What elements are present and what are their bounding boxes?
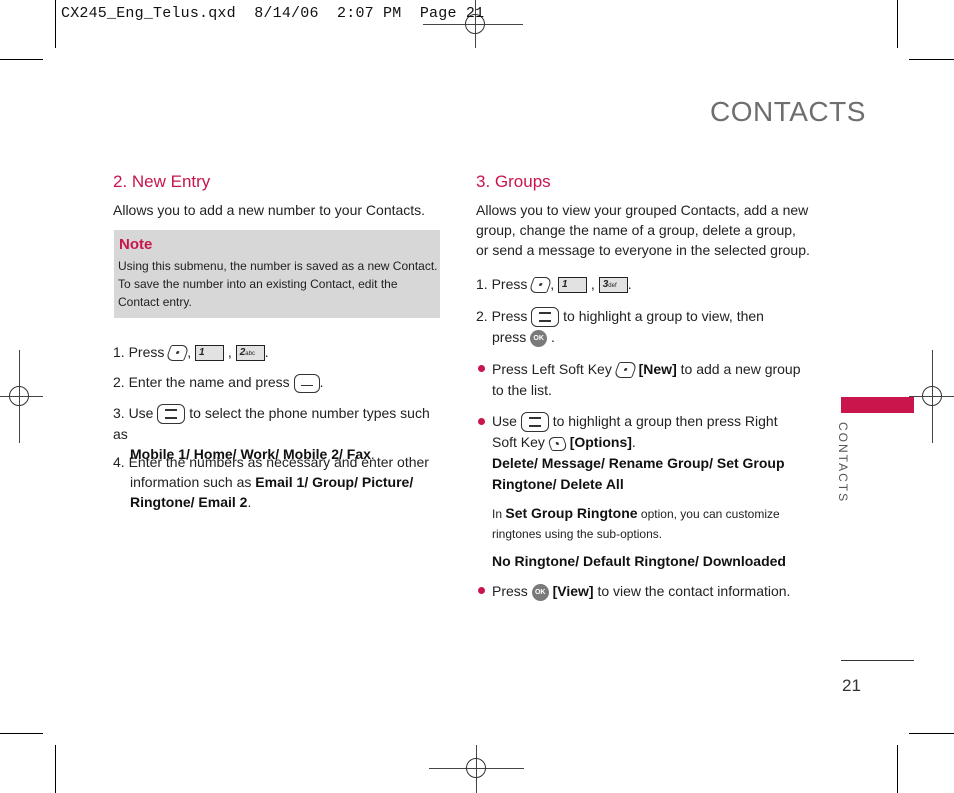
navigation-key-icon	[520, 412, 549, 433]
chapter-title: CONTACTS	[710, 96, 866, 127]
crop-mark	[55, 745, 56, 793]
side-tab-bar	[841, 397, 914, 413]
note-box: Note Using this submenu, the number is s…	[114, 230, 440, 318]
page-number: 21	[842, 676, 861, 695]
groups-bullet-options: Use to highlight a group then press Righ…	[492, 412, 785, 493]
note-title: Note	[119, 236, 153, 253]
new-entry-step-4: 4. Enter the numbers as necessary and en…	[113, 454, 429, 510]
crop-mark	[55, 0, 56, 48]
new-entry-heading: 2. New Entry	[113, 172, 211, 191]
bullet-icon	[478, 418, 485, 425]
2-abc-key-icon: 2abc	[235, 345, 265, 362]
crop-mark	[0, 733, 43, 734]
groups-heading: 3. Groups	[476, 172, 551, 191]
print-slug: CX245_Eng_Telus.qxd 8/14/06 2:07 PM Page…	[61, 5, 485, 22]
crop-mark	[897, 0, 898, 48]
bullet-icon	[478, 365, 485, 372]
side-tab-label: CONTACTS	[836, 422, 850, 504]
left-soft-key-icon	[528, 277, 554, 294]
ringtone-options: No Ringtone/ Default Ringtone/ Downloade…	[492, 553, 786, 569]
groups-intro: Allows you to view your grouped Contacts…	[476, 202, 810, 258]
new-entry-step-1: 1. Press , 1 , 2abc.	[113, 344, 269, 362]
page-number-rule	[841, 660, 914, 661]
3-def-key-icon: 3def	[598, 277, 628, 294]
set-group-ringtone-note: In Set Group Ringtone option, you can cu…	[492, 505, 780, 541]
crop-mark	[897, 745, 898, 793]
bullet-icon	[478, 587, 485, 594]
groups-step-1: 1. Press , 1 , 3def.	[476, 276, 632, 294]
crop-mark	[909, 59, 954, 60]
crop-mark	[0, 59, 43, 60]
right-soft-key-icon	[546, 436, 569, 451]
groups-step-2: 2. Press to highlight a group to view, t…	[476, 307, 764, 348]
navigation-key-icon	[157, 404, 186, 425]
1-key-icon: 1	[195, 345, 225, 362]
left-soft-key-icon	[165, 345, 191, 362]
crop-mark	[909, 733, 954, 734]
left-soft-key-icon	[612, 362, 638, 379]
groups-bullet-new: Press Left Soft Key [New] to add a new g…	[492, 361, 801, 398]
groups-bullet-view: Press OK [View] to view the contact info…	[492, 583, 791, 601]
ok-key-icon: OK	[530, 330, 548, 348]
note-text: Using this submenu, the number is saved …	[118, 259, 438, 309]
new-entry-step-2: 2. Enter the name and press .	[113, 372, 323, 393]
ok-key-icon: OK	[531, 583, 549, 601]
new-entry-intro: Allows you to add a new number to your C…	[113, 202, 426, 218]
navigation-key-icon	[531, 307, 560, 328]
1-key-icon: 1	[558, 277, 588, 294]
end-key-icon	[293, 373, 320, 393]
